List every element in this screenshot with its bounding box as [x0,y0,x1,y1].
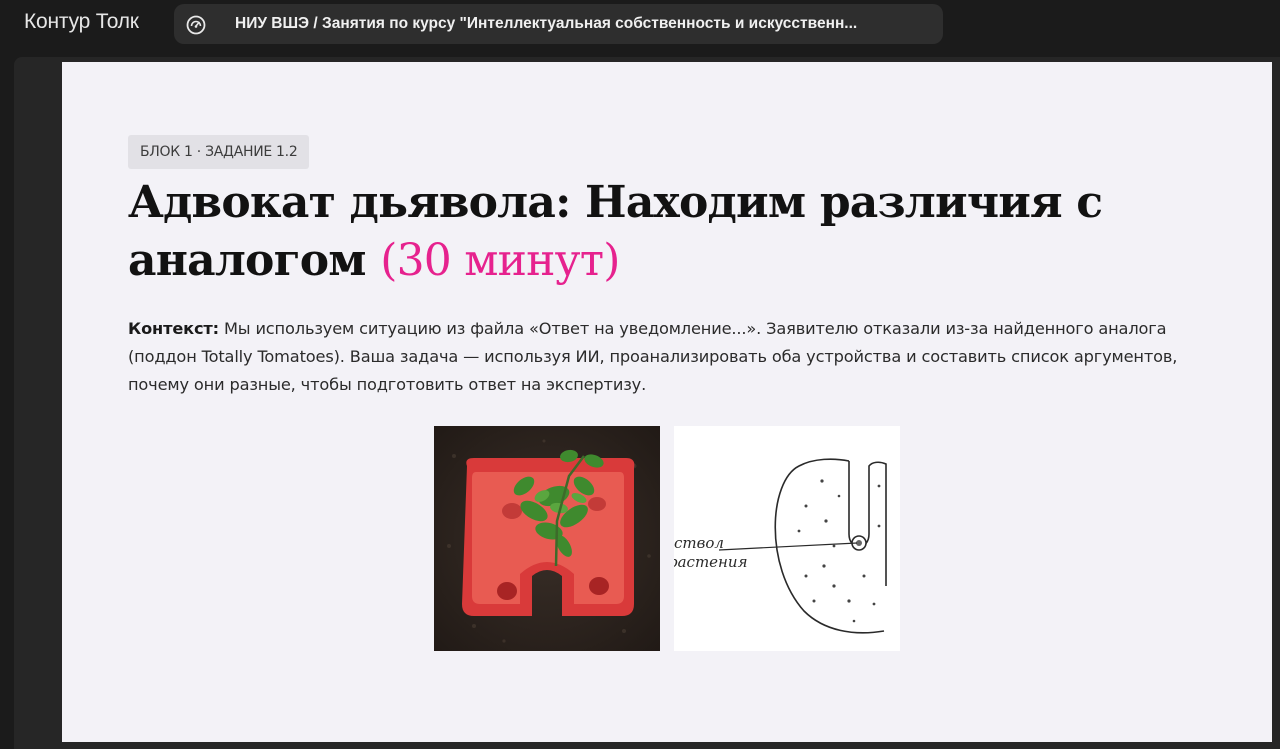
analog-tray-photo [434,426,660,651]
task-badge: БЛОК 1 · ЗАДАНИЕ 1.2 [128,135,310,169]
patent-drawing: ствол растения [674,426,900,651]
slide-title-duration: (30 минут) [380,235,620,286]
drawing-label-plant: растения [674,553,748,571]
meeting-title: НИУ ВШЭ / Занятия по курсу "Интеллектуал… [235,15,858,32]
drawing-label-stem: ствол [674,534,724,552]
app-logo[interactable]: Контур Толк [24,10,139,34]
slide-title: Адвокат дьявола: Находим различия с анал… [128,174,1108,290]
shared-slide: БЛОК 1 · ЗАДАНИЕ 1.2 Адвокат дьявола: На… [62,62,1272,742]
context-paragraph: Контекст: Мы используем ситуацию из файл… [128,315,1188,399]
speedometer-icon[interactable] [185,14,207,36]
meeting-title-pill[interactable]: НИУ ВШЭ / Занятия по курсу "Интеллектуал… [174,4,943,44]
context-text: Мы используем ситуацию из файла «Ответ н… [128,319,1178,394]
context-label: Контекст: [128,319,219,338]
top-bar: Контур Толк НИУ ВШЭ / Занятия по курсу "… [0,0,1280,50]
